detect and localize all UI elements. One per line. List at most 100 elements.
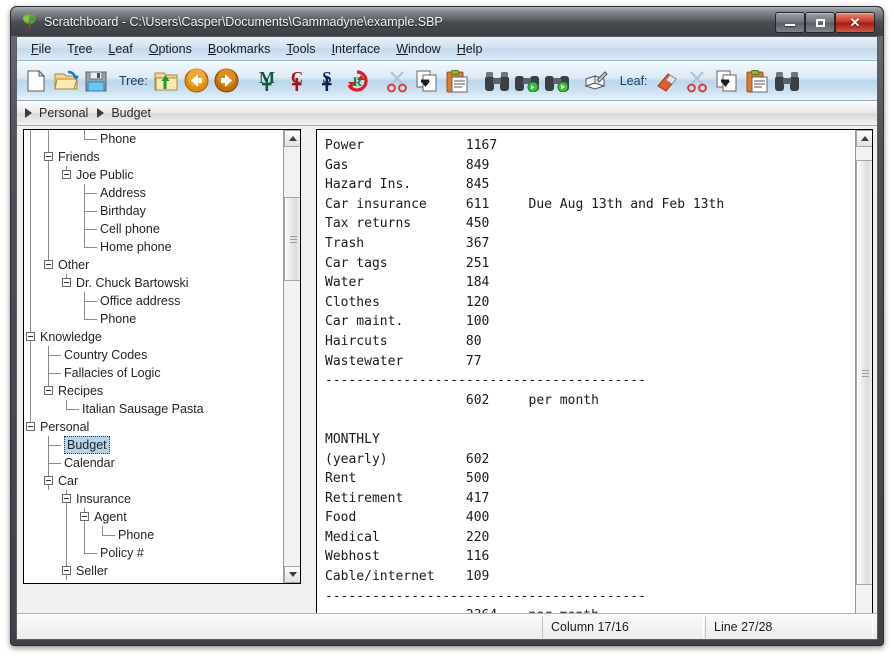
maximize-button[interactable] bbox=[805, 12, 835, 33]
tree-connector-line bbox=[102, 526, 103, 535]
tree-node-friends[interactable]: Friends bbox=[24, 148, 284, 166]
tree-node-italian-sausage-pasta[interactable]: Italian Sausage Pasta bbox=[24, 400, 284, 418]
tree-back-button[interactable] bbox=[182, 64, 212, 98]
tree-node-dr-chuck-bartowski[interactable]: Dr. Chuck Bartowski bbox=[24, 274, 284, 292]
tree-node-insurance[interactable]: Insurance bbox=[24, 490, 284, 508]
tree-node-country-codes[interactable]: Country Codes bbox=[24, 346, 284, 364]
tree-scroll-down-button[interactable] bbox=[284, 566, 301, 583]
leaf-find-button[interactable] bbox=[772, 64, 802, 98]
leaf-paste-button[interactable] bbox=[742, 64, 772, 98]
editor-scroll-thumb[interactable] bbox=[856, 160, 873, 585]
tree-collapse-toggle[interactable] bbox=[44, 260, 53, 269]
tree-panel[interactable]: PhoneFriendsJoe PublicAddressBirthdayCel… bbox=[23, 129, 301, 584]
tree-cut-button[interactable] bbox=[382, 64, 412, 98]
menu-tools[interactable]: Tools bbox=[278, 39, 323, 58]
tree-collapse-toggle[interactable] bbox=[44, 476, 53, 485]
tree-node-calendar[interactable]: Calendar bbox=[24, 454, 284, 472]
tree-node-cell-phone[interactable]: Cell phone bbox=[24, 220, 284, 238]
save-button[interactable] bbox=[81, 64, 111, 98]
tree-node-fallacies-of-logic[interactable]: Fallacies of Logic bbox=[24, 364, 284, 382]
tree-sort-button[interactable]: S bbox=[312, 64, 342, 98]
scissors-icon bbox=[685, 69, 709, 93]
leaf-erase-button[interactable] bbox=[652, 64, 682, 98]
tree-node-recipes[interactable]: Recipes bbox=[24, 382, 284, 400]
minimize-button[interactable] bbox=[775, 12, 805, 33]
tree-node-seller[interactable]: Seller bbox=[24, 562, 284, 580]
tree-collapse-toggle[interactable] bbox=[62, 566, 71, 575]
edit-notes-button[interactable] bbox=[582, 64, 612, 98]
menu-tree[interactable]: Tree bbox=[59, 39, 100, 58]
leaf-copy-button[interactable] bbox=[712, 64, 742, 98]
tree-collapse-toggle[interactable] bbox=[26, 422, 35, 431]
tree-collapse-toggle[interactable] bbox=[26, 332, 35, 341]
tree-collapse-toggle[interactable] bbox=[44, 386, 53, 395]
tree-copy2-button[interactable] bbox=[412, 64, 442, 98]
tree-node-joe-public[interactable]: Joe Public bbox=[24, 166, 284, 184]
tree-node-agent[interactable]: Agent bbox=[24, 508, 284, 526]
tree-node-address[interactable]: Address bbox=[24, 184, 284, 202]
tree-paste-button[interactable] bbox=[442, 64, 472, 98]
tree-node-label: Italian Sausage Pasta bbox=[82, 401, 204, 417]
tree-connector-line bbox=[66, 526, 67, 544]
tree-scroll-thumb[interactable] bbox=[284, 197, 301, 281]
tree-collapse-toggle[interactable] bbox=[62, 494, 71, 503]
tree-node-office-address[interactable]: Office address bbox=[24, 292, 284, 310]
tree-node-birthday[interactable]: Birthday bbox=[24, 202, 284, 220]
tree-node-personal[interactable]: Personal bbox=[24, 418, 284, 436]
tree-node-knowledge[interactable]: Knowledge bbox=[24, 328, 284, 346]
tree-node-car[interactable]: Car bbox=[24, 472, 284, 490]
menu-interface[interactable]: Interface bbox=[324, 39, 389, 58]
pane-splitter[interactable] bbox=[307, 129, 313, 640]
tree-node-home-phone[interactable]: Home phone bbox=[24, 238, 284, 256]
tree-node-phone[interactable]: Phone bbox=[24, 130, 284, 148]
close-button[interactable]: ✕ bbox=[835, 12, 875, 33]
tree-connector-line bbox=[66, 508, 67, 526]
tree-node-label: Joe Public bbox=[76, 167, 134, 183]
tree-node-other[interactable]: Other bbox=[24, 256, 284, 274]
menu-help[interactable]: Help bbox=[449, 39, 491, 58]
toolbar: Tree: bbox=[17, 61, 877, 101]
open-folder-button[interactable] bbox=[51, 64, 81, 98]
tree-node-label: Phone bbox=[100, 131, 136, 147]
title-bar[interactable]: Scratchboard - C:\Users\Casper\Documents… bbox=[11, 7, 883, 36]
application-window: Scratchboard - C:\Users\Casper\Documents… bbox=[10, 6, 884, 646]
minimize-icon bbox=[776, 13, 804, 32]
tree-collapse-toggle[interactable] bbox=[62, 278, 71, 287]
tree-copy-button[interactable]: C bbox=[282, 64, 312, 98]
tree-node-budget[interactable]: Budget bbox=[24, 436, 284, 454]
editor-scrollbar[interactable] bbox=[855, 130, 872, 640]
breadcrumb-item-budget[interactable]: Budget bbox=[111, 106, 151, 120]
menu-window[interactable]: Window bbox=[388, 39, 448, 58]
menu-bookmarks[interactable]: Bookmarks bbox=[200, 39, 279, 58]
leaf-text-content[interactable]: Power 1167 Gas 849 Hazard Ins. 845 Car i… bbox=[317, 130, 854, 640]
tree-node-phone[interactable]: Phone bbox=[24, 526, 284, 544]
tree-rename-button[interactable]: R bbox=[342, 64, 372, 98]
menu-options[interactable]: Options bbox=[141, 39, 200, 58]
tree-node-label: Knowledge bbox=[40, 329, 102, 345]
find-again-button[interactable] bbox=[512, 64, 542, 98]
tree-node-policy[interactable]: Policy # bbox=[24, 544, 284, 562]
tree-connector-line bbox=[84, 553, 97, 554]
close-icon: ✕ bbox=[836, 13, 874, 32]
tree-up-button[interactable] bbox=[152, 64, 182, 98]
find-next-button[interactable] bbox=[542, 64, 572, 98]
tree-move-button[interactable]: M bbox=[252, 64, 282, 98]
tree-scroll-up-button[interactable] bbox=[284, 130, 301, 147]
tree-connector-line bbox=[84, 301, 97, 302]
tree-collapse-toggle[interactable] bbox=[44, 152, 53, 161]
leaf-cut-button[interactable] bbox=[682, 64, 712, 98]
scissors-icon bbox=[385, 69, 409, 93]
menu-file[interactable]: File bbox=[23, 39, 59, 58]
tree-forward-button[interactable] bbox=[212, 64, 242, 98]
tree-node-phone[interactable]: Phone bbox=[24, 310, 284, 328]
tree-collapse-toggle[interactable] bbox=[62, 170, 71, 179]
editor-panel[interactable]: Power 1167 Gas 849 Hazard Ins. 845 Car i… bbox=[316, 129, 873, 640]
editor-scroll-up-button[interactable] bbox=[856, 130, 873, 147]
new-document-button[interactable] bbox=[21, 64, 51, 98]
tree-collapse-toggle[interactable] bbox=[80, 512, 89, 521]
tree-scrollbar[interactable] bbox=[283, 130, 300, 583]
tree-connector-line bbox=[66, 400, 67, 409]
menu-leaf[interactable]: Leaf bbox=[100, 39, 140, 58]
breadcrumb-item-personal[interactable]: Personal bbox=[39, 106, 88, 120]
find-button[interactable] bbox=[482, 64, 512, 98]
